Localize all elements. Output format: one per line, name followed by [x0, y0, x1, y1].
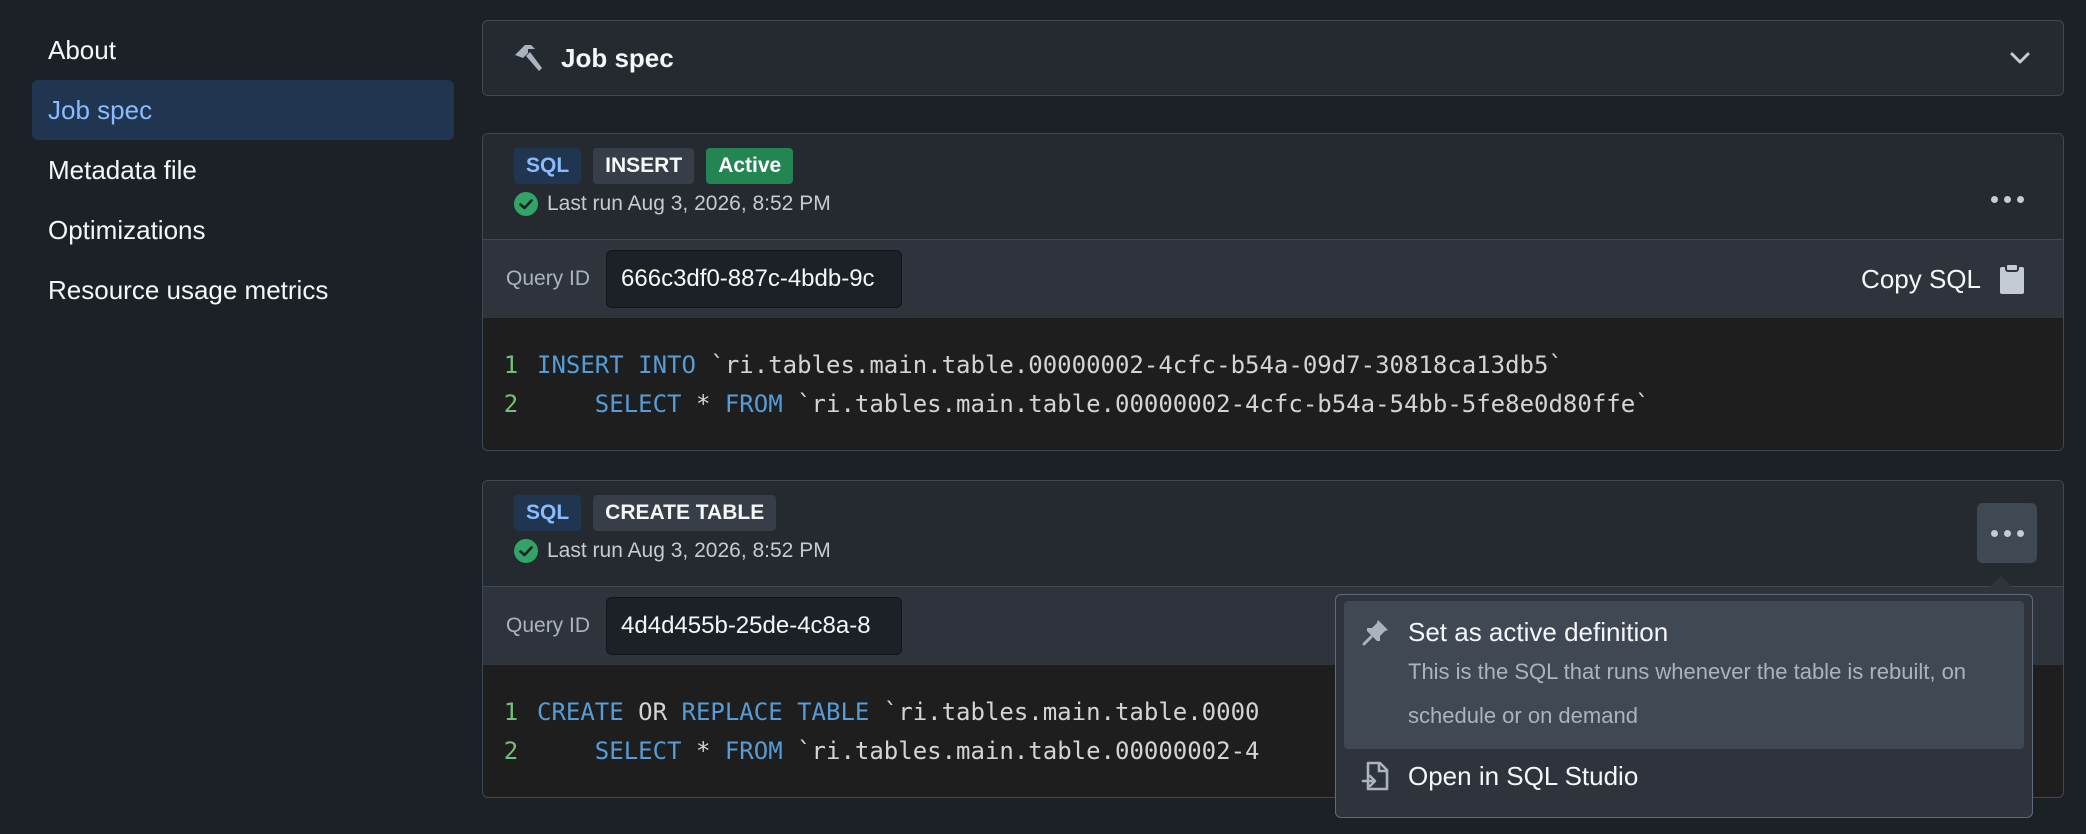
- more-options-button[interactable]: [1977, 503, 2037, 563]
- active-status-tag: Active: [706, 148, 794, 184]
- card-header: SQL INSERT Active Last run Aug 3, 2026, …: [483, 134, 2063, 240]
- more-horizontal-icon: [1990, 195, 2024, 203]
- sql-text: *: [681, 737, 725, 765]
- last-run-text: Last run Aug 3, 2026, 8:52 PM: [547, 192, 831, 215]
- line-number: 2: [503, 737, 519, 765]
- sql-keyword: FROM: [724, 390, 783, 418]
- sql-text: `ri.tables.main.table.00000002-4cfc-b54a…: [695, 351, 1563, 379]
- sidebar-item-job-spec[interactable]: Job spec: [32, 80, 454, 140]
- sql-text: `ri.tables.main.table.0000: [869, 698, 1260, 726]
- success-check-icon: [514, 539, 538, 563]
- options-menu: Set as active definition This is the SQL…: [1335, 594, 2033, 818]
- sidebar: About Job spec Metadata file Optimizatio…: [32, 20, 454, 320]
- clipboard-icon: [2000, 263, 2024, 294]
- menu-item-description: This is the SQL that runs whenever the t…: [1408, 659, 1967, 728]
- menu-item-label: Set as active definition: [1408, 617, 1669, 647]
- query-id-field[interactable]: [606, 597, 903, 655]
- query-id-label: Query ID: [506, 614, 591, 637]
- query-id-label: Query ID: [506, 267, 591, 290]
- line-number: 1: [503, 698, 519, 726]
- query-id-row: Query ID Copy SQL: [483, 240, 2063, 318]
- success-check-icon: [514, 192, 538, 216]
- menu-item-label: Open in SQL Studio: [1408, 761, 1639, 791]
- query-id-field[interactable]: [606, 250, 903, 308]
- statement-type-tag: INSERT: [593, 148, 695, 184]
- sidebar-item-metadata-file[interactable]: Metadata file: [32, 140, 454, 200]
- code-line: 2 SELECT * FROM `ri.tables.main.table.00…: [483, 385, 2063, 424]
- hammer-icon: [515, 45, 542, 71]
- sql-tag: SQL: [514, 495, 582, 531]
- line-number: 1: [503, 351, 519, 379]
- section-title: Job spec: [561, 42, 674, 73]
- menu-item-set-active-definition[interactable]: Set as active definition This is the SQL…: [1344, 601, 2024, 749]
- more-horizontal-icon: [1990, 529, 2024, 537]
- sql-text: `ri.tables.main.table.00000002-4: [782, 737, 1260, 765]
- card-header: SQL CREATE TABLE Last run Aug 3, 2026, 8…: [483, 481, 2063, 587]
- sql-text: `ri.tables.main.table.00000002-4cfc-b54a…: [782, 390, 1650, 418]
- sql-keyword: SELECT: [594, 390, 682, 418]
- statement-type-tag: CREATE TABLE: [593, 495, 777, 531]
- sidebar-item-resource-usage-metrics[interactable]: Resource usage metrics: [32, 260, 454, 320]
- code-line: 1 INSERT INTO `ri.tables.main.table.0000…: [483, 346, 2063, 385]
- sql-code-block: 1 INSERT INTO `ri.tables.main.table.0000…: [483, 318, 2063, 450]
- sql-text: *: [681, 390, 725, 418]
- line-number: 2: [503, 390, 519, 418]
- pin-icon: [1362, 620, 1388, 646]
- sidebar-item-about[interactable]: About: [32, 20, 454, 80]
- popover-arrow: [1981, 576, 2021, 596]
- sql-keyword: SELECT: [594, 737, 682, 765]
- sql-keyword: CREATE: [537, 698, 624, 726]
- menu-item-open-in-sql-studio[interactable]: Open in SQL Studio: [1344, 749, 2024, 809]
- sql-tag: SQL: [514, 148, 582, 184]
- chevron-down-icon[interactable]: [2007, 45, 2033, 71]
- sql-keyword: REPLACE TABLE: [681, 698, 870, 726]
- open-file-icon: [1361, 761, 1389, 791]
- sql-keyword: INSERT INTO: [537, 351, 696, 379]
- copy-sql-button[interactable]: Copy SQL: [1861, 254, 2025, 304]
- more-options-button[interactable]: [1977, 169, 2037, 229]
- sql-text: OR: [623, 698, 682, 726]
- job-spec-section-header[interactable]: Job spec: [482, 20, 2064, 96]
- sql-keyword: FROM: [724, 737, 783, 765]
- main-content: Job spec SQL INSERT Active Last run Aug …: [482, 20, 2064, 798]
- sidebar-item-optimizations[interactable]: Optimizations: [32, 200, 454, 260]
- copy-sql-label: Copy SQL: [1861, 263, 1981, 294]
- sql-definition-card: SQL INSERT Active Last run Aug 3, 2026, …: [482, 133, 2064, 451]
- last-run-text: Last run Aug 3, 2026, 8:52 PM: [547, 539, 831, 562]
